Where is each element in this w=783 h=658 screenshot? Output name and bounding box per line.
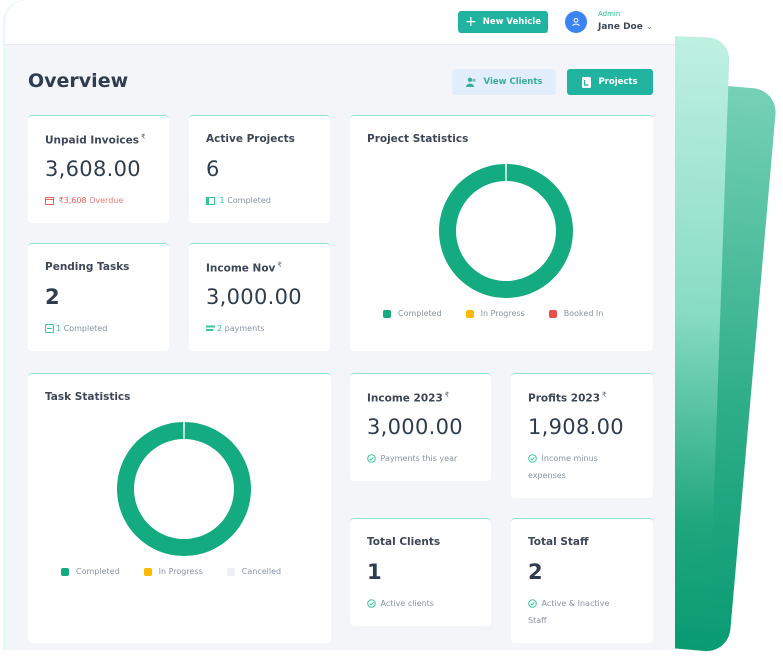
total-staff-card[interactable]: Total Staff 2 Active & Inactive Staff [511,518,653,643]
card-subtext: Payments this year [367,450,457,467]
legend-swatch [61,567,69,576]
card-subtext: Active clients [367,595,434,612]
user-icon [572,17,580,27]
card-subtext: 1 Completed [45,320,107,337]
donut-slice-completed[interactable] [117,422,251,556]
check-circle-icon [367,454,376,463]
project-statistics-donut [439,164,573,298]
legend-label: Cancelled [241,567,282,576]
view-clients-label: View Clients [483,77,543,87]
profits-year-card[interactable]: Profits 2023 ₹ 1,908.00 Income minus expe… [511,373,653,498]
legend-swatch [465,309,474,318]
income-year-card[interactable]: Income 2023 ₹ 3,000.00 Payments this year [350,373,491,481]
calendar-icon [45,196,54,205]
card-title: Total Staff [528,536,589,548]
card-subtext: Income minus expenses [528,454,598,480]
legend-swatch [143,567,152,576]
users-icon [465,77,476,87]
legend-label: Completed [398,309,442,318]
card-value: 2 [45,285,60,309]
legend-swatch [383,309,391,318]
card-title: Income 2023 ₹ [367,391,450,405]
currency-symbol: ₹ [444,391,450,399]
card-subtext: 1 Completed [206,192,271,209]
card-title: Project Statistics [367,133,469,145]
check-circle-icon [528,599,537,608]
pending-tasks-card[interactable]: Pending Tasks 2 1 Completed [28,243,169,351]
legend-label: Booked In [563,309,604,318]
currency-symbol: ₹ [277,261,282,269]
card-subtext: ₹3,608 Overdue [45,192,123,209]
card-title: Total Clients [367,536,441,548]
card-title: Unpaid Invoices ₹ [45,133,146,147]
card-title: Income Nov ₹ [206,261,282,275]
project-icon [206,196,215,205]
active-projects-card[interactable]: Active Projects 6 1 Completed [189,115,330,223]
card-title: Pending Tasks [45,261,130,273]
legend-item-in-progress[interactable]: In Progress [143,567,203,576]
legend-swatch [226,567,235,576]
card-value: 2 [528,560,543,584]
task-statistics-donut [117,422,251,556]
app-window: + New Vehicle Admin Jane Doe ⌄ Overview … [5,0,675,650]
legend-item-booked-in[interactable]: Booked In [548,309,604,318]
legend-item-completed[interactable]: Completed [383,309,442,318]
card-subtext: 2 payments [206,320,264,337]
top-bar: + New Vehicle Admin Jane Doe ⌄ [5,0,675,45]
card-value: 3,000.00 [206,285,302,309]
legend-item-cancelled[interactable]: Cancelled [226,567,282,576]
plus-icon: + [465,14,477,30]
card-title: Task Statistics [45,391,131,403]
legend-label: Completed [76,567,120,576]
payments-icon [206,325,215,331]
task-statistics-card: Task Statistics Completed In Progress Canc… [28,373,331,643]
card-value: 1 [367,560,382,584]
donut-slice-completed[interactable] [439,164,573,298]
check-circle-icon [367,599,376,608]
card-title: Active Projects [206,133,295,145]
stage: + New Vehicle Admin Jane Doe ⌄ Overview … [0,0,783,658]
legend-label: In Progress [158,567,203,576]
task-statistics-legend: Completed In Progress Cancelled [61,567,281,576]
legend-item-completed[interactable]: Completed [61,567,120,576]
new-vehicle-button[interactable]: + New Vehicle [458,11,548,33]
chevron-down-icon[interactable]: ⌄ [646,22,653,31]
check-circle-icon [528,454,537,463]
avatar[interactable] [565,11,587,33]
legend-label: In Progress [480,309,525,318]
card-value: 3,608.00 [45,157,141,181]
document-icon [582,76,592,88]
user-role: Admin [598,10,621,18]
legend-item-in-progress[interactable]: In Progress [465,309,525,318]
task-icon [45,324,54,333]
project-statistics-card: Project Statistics Completed In Progress B… [350,115,653,351]
card-value: 3,000.00 [367,415,463,439]
income-month-card[interactable]: Income Nov ₹ 3,000.00 2 payments [189,243,330,351]
projects-button[interactable]: Projects [567,69,653,95]
page-title: Overview [28,70,129,92]
view-clients-button[interactable]: View Clients [452,69,556,95]
legend-swatch [548,309,557,318]
card-subtext: Active & Inactive Staff [528,599,610,625]
projects-label: Projects [598,77,638,87]
project-statistics-legend: Completed In Progress Booked In [383,309,603,318]
card-title: Profits 2023 ₹ [528,391,607,405]
total-clients-card[interactable]: Total Clients 1 Active clients [350,518,491,626]
user-name[interactable]: Jane Doe [598,22,643,32]
unpaid-invoices-card[interactable]: Unpaid Invoices ₹ 3,608.00 ₹3,608 Overdue [28,115,169,223]
currency-symbol: ₹ [602,391,607,399]
card-value: 1,908.00 [528,415,624,439]
new-vehicle-label: New Vehicle [482,17,541,27]
currency-symbol: ₹ [141,133,146,141]
card-value: 6 [206,157,220,181]
